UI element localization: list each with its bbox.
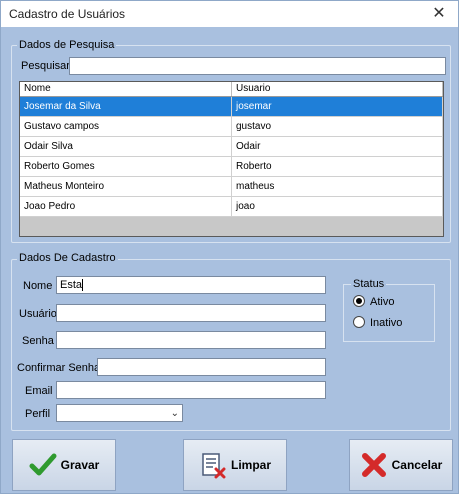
cell-usuario: Odair	[232, 137, 443, 156]
cell-usuario: Roberto	[232, 157, 443, 176]
cell-nome: Odair Silva	[20, 137, 232, 156]
inativo-label[interactable]: Inativo	[370, 317, 402, 329]
search-group-legend: Dados de Pesquisa	[17, 39, 117, 51]
register-group-legend: Dados De Cadastro	[17, 252, 118, 264]
grid-rows: Josemar da Silva josemar Gustavo campos gus…	[20, 97, 443, 217]
cell-usuario: josemar	[232, 97, 443, 116]
cadastro-window: Cadastro de Usuários ✕ Dados de Pesquisa…	[0, 0, 459, 494]
cell-usuario: matheus	[232, 177, 443, 196]
email-field[interactable]	[56, 381, 326, 399]
perfil-select[interactable]: ⌄	[56, 404, 183, 422]
perfil-label: Perfil	[25, 408, 51, 420]
cell-nome: Joao Pedro	[20, 197, 232, 216]
title-bar: Cadastro de Usuários ✕	[1, 1, 458, 27]
limpar-button[interactable]: Limpar	[183, 439, 287, 491]
search-label: Pesquisar	[21, 60, 70, 72]
cell-nome: Roberto Gomes	[20, 157, 232, 176]
search-input[interactable]	[69, 57, 446, 75]
ativo-radio[interactable]	[353, 295, 365, 307]
cell-nome: Josemar da Silva	[20, 97, 232, 116]
close-icon[interactable]: ✕	[428, 3, 450, 25]
table-row[interactable]: Joao Pedro joao	[20, 197, 443, 217]
senha-field[interactable]	[56, 331, 326, 349]
column-header-usuario[interactable]: Usuario	[232, 82, 443, 96]
window-title: Cadastro de Usuários	[9, 7, 126, 21]
text-caret	[82, 279, 84, 292]
table-row[interactable]: Josemar da Silva josemar	[20, 97, 443, 117]
senha-label: Senha	[22, 335, 54, 347]
table-row[interactable]: Matheus Monteiro matheus	[20, 177, 443, 197]
cancelar-label: Cancelar	[391, 458, 443, 472]
cell-usuario: gustavo	[232, 117, 443, 136]
nome-field[interactable]: Esta	[56, 276, 326, 294]
table-row[interactable]: Odair Silva Odair	[20, 137, 443, 157]
gravar-button[interactable]: Gravar	[12, 439, 116, 491]
email-label: Email	[25, 385, 53, 397]
status-legend: Status	[351, 278, 387, 290]
status-group	[343, 284, 435, 342]
inativo-radio[interactable]	[353, 316, 365, 328]
clear-document-icon	[202, 453, 226, 479]
red-x-icon	[361, 453, 386, 477]
limpar-label: Limpar	[230, 458, 271, 472]
confirmar-senha-field[interactable]	[97, 358, 326, 376]
usuario-label: Usuário	[19, 308, 57, 320]
cell-nome: Matheus Monteiro	[20, 177, 232, 196]
gravar-label: Gravar	[60, 458, 100, 472]
confirmar-senha-label: Confirmar Senha	[17, 362, 101, 374]
column-header-nome[interactable]: Nome	[20, 82, 232, 96]
checkmark-icon	[29, 453, 57, 476]
chevron-down-icon[interactable]: ⌄	[171, 407, 179, 421]
grid-header: Nome Usuario	[20, 82, 443, 97]
users-grid: Nome Usuario Josemar da Silva josemar Gust…	[19, 81, 444, 237]
usuario-field[interactable]	[56, 304, 326, 322]
cell-nome: Gustavo campos	[20, 117, 232, 136]
cancelar-button[interactable]: Cancelar	[349, 439, 453, 491]
cell-usuario: joao	[232, 197, 443, 216]
nome-label: Nome	[23, 280, 53, 292]
table-row[interactable]: Roberto Gomes Roberto	[20, 157, 443, 177]
nome-value: Esta	[60, 279, 83, 291]
ativo-label[interactable]: Ativo	[370, 296, 394, 308]
table-row[interactable]: Gustavo campos gustavo	[20, 117, 443, 137]
